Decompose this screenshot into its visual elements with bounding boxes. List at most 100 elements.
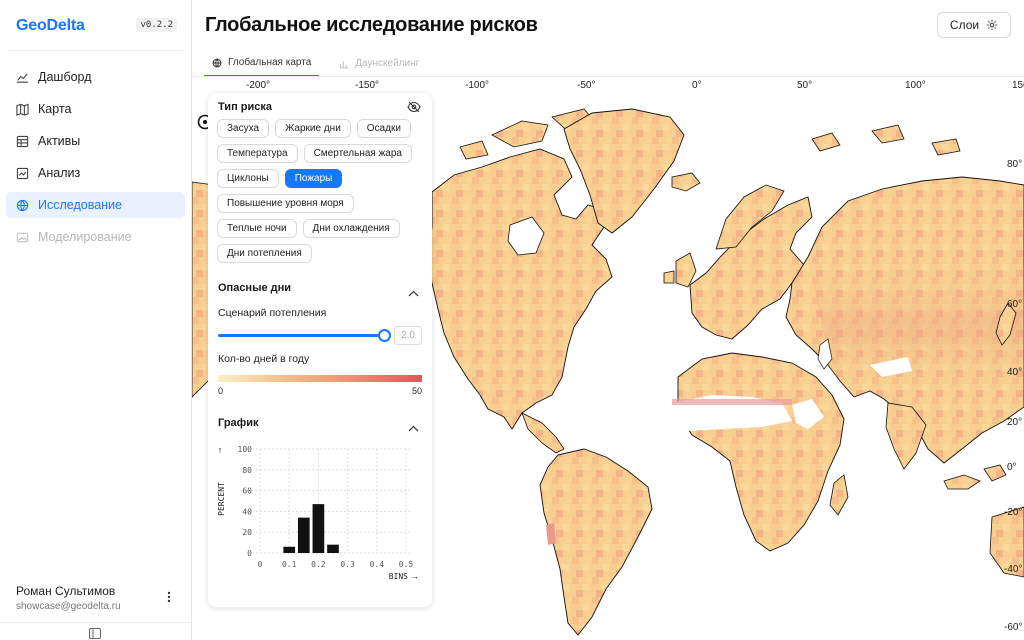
chip-cooling-days[interactable]: Дни охлаждения xyxy=(302,219,400,238)
chevron-up-icon xyxy=(408,290,419,297)
color-scale-bar xyxy=(218,375,422,382)
chip-precipitation[interactable]: Осадки xyxy=(356,119,411,138)
sidebar-item-label: Активы xyxy=(38,134,81,148)
days-per-year-label: Кол-во дней в году xyxy=(218,353,310,365)
sidebar-item-label: Дашборд xyxy=(38,70,92,84)
lon-tick: 100° xyxy=(905,80,926,91)
bar-chart-icon xyxy=(339,60,349,68)
arctic-islands-east xyxy=(811,124,961,156)
y-tick-label: 100 xyxy=(238,445,253,454)
x-tick-label: 0.3 xyxy=(340,560,355,569)
x-tick-label: 0 xyxy=(258,560,263,569)
histogram-chart: 0 20 40 60 80 100 0 0.1 0.2 0.3 0.4 0.5 PERCENT ↑ BINS… xyxy=(217,445,419,581)
sidebar-item-label: Исследование xyxy=(38,198,122,212)
x-tick-label: 0.2 xyxy=(311,560,326,569)
risk-type-chips: Засуха Жаркие дни Осадки Температура Сме… xyxy=(217,119,427,269)
lat-tick: 40° xyxy=(1007,367,1023,378)
y-tick-label: 80 xyxy=(242,466,252,475)
histogram-bar xyxy=(297,517,310,553)
sidebar-item-assets[interactable]: Активы xyxy=(6,128,185,154)
hide-layer-button[interactable] xyxy=(407,100,421,113)
tab-label: Даунскейлинг xyxy=(355,58,420,69)
x-axis-label: BINS xyxy=(389,572,408,581)
page-title: Глобальное исследование рисков xyxy=(205,14,538,36)
chip-temperature[interactable]: Температура xyxy=(217,144,298,163)
brand-logo[interactable]: GeoDelta xyxy=(16,14,85,38)
landmass-madagascar xyxy=(829,474,849,516)
user-menu-button[interactable] xyxy=(162,589,176,605)
scenario-label: Сценарий потепления xyxy=(218,307,327,319)
sidebar-item-modeling[interactable]: Моделирование xyxy=(6,224,185,250)
histogram-bar xyxy=(283,546,296,553)
continent-south-america xyxy=(539,448,653,636)
lon-tick: -50° xyxy=(577,80,596,91)
sidebar: GeoDelta v0.2.2 Дашборд Карта Активы Ана… xyxy=(0,0,192,640)
chip-deadly-heat[interactable]: Смертельная жара xyxy=(303,144,412,163)
sidebar-item-label: Карта xyxy=(38,102,72,116)
landmass-iceland xyxy=(671,172,701,192)
lat-tick: 80° xyxy=(1007,159,1023,170)
gear-icon xyxy=(986,19,998,31)
x-tick-label: 0.5 xyxy=(399,560,414,569)
chip-cyclones[interactable]: Циклоны xyxy=(217,169,279,188)
scenario-slider-track[interactable] xyxy=(218,334,386,337)
collapse-hazard-days-button[interactable] xyxy=(408,284,420,297)
scenario-value-input[interactable] xyxy=(394,326,422,345)
sidebar-item-analysis[interactable]: Анализ xyxy=(6,160,185,186)
continent-north-america xyxy=(427,148,613,430)
y-tick-label: 40 xyxy=(242,507,252,516)
scenario-slider-thumb[interactable] xyxy=(378,329,391,342)
y-axis-label: PERCENT xyxy=(217,482,226,516)
lat-tick: -40° xyxy=(1004,564,1023,575)
lon-tick: -150° xyxy=(355,80,380,91)
sidebar-item-map[interactable]: Карта xyxy=(6,96,185,122)
sidebar-item-dashboard[interactable]: Дашборд xyxy=(6,64,185,90)
landmass-indonesia xyxy=(943,464,1007,490)
color-scale-max: 50 xyxy=(411,386,422,396)
y-tick-label: 0 xyxy=(247,549,252,558)
sidebar-item-label: Анализ xyxy=(38,166,81,180)
map-icon xyxy=(16,103,29,116)
table-icon xyxy=(16,135,29,147)
version-badge: v0.2.2 xyxy=(136,18,177,32)
chart-title: График xyxy=(218,417,259,429)
lat-tick: 60° xyxy=(1007,299,1023,310)
user-name: Роман Сультимов xyxy=(16,584,116,598)
sidebar-footer-divider xyxy=(0,622,191,623)
chip-sea-level-rise[interactable]: Повышение уровня моря xyxy=(217,194,354,213)
layers-button[interactable]: Слои xyxy=(937,12,1011,38)
analytics-icon xyxy=(16,167,29,179)
sidebar-collapse-button[interactable] xyxy=(89,626,103,639)
chip-warm-nights[interactable]: Теплые ночи xyxy=(217,219,297,238)
chip-fires[interactable]: Пожары xyxy=(284,169,343,188)
image-icon xyxy=(16,232,29,242)
globe-icon xyxy=(16,199,29,211)
user-profile[interactable]: Роман Сультимов showcase@geodelta.ru xyxy=(16,584,121,612)
continent-africa xyxy=(677,352,845,552)
lon-tick: 0° xyxy=(692,80,702,91)
collapse-chart-button[interactable] xyxy=(408,419,420,432)
lon-tick: -100° xyxy=(465,80,490,91)
lon-tick: 50° xyxy=(797,80,813,91)
tab-downscaling[interactable]: Даунскейлинг xyxy=(331,50,427,77)
hazard-days-title: Опасные дни xyxy=(218,282,292,294)
sidebar-item-research[interactable]: Исследование xyxy=(6,192,185,218)
risk-control-panel: Тип риска Засуха Жаркие дни Осадки Темпе… xyxy=(208,93,432,607)
chip-warming-days[interactable]: Дни потепления xyxy=(217,244,312,263)
user-email: showcase@geodelta.ru xyxy=(16,601,121,612)
lon-tick: 150° xyxy=(1012,80,1024,91)
chart-line-icon xyxy=(16,72,29,83)
lat-tick: -20° xyxy=(1004,507,1023,518)
lat-tick: -60° xyxy=(1004,622,1023,633)
chip-drought[interactable]: Засуха xyxy=(217,119,270,138)
lat-tick: 0° xyxy=(1007,462,1017,473)
color-scale-min: 0 xyxy=(218,386,224,396)
y-tick-label: 60 xyxy=(242,487,252,496)
tab-global-map[interactable]: Глобальная карта xyxy=(204,50,320,77)
layers-button-label: Слои xyxy=(949,18,980,32)
landmass-british-isles xyxy=(663,252,697,288)
chevron-up-icon xyxy=(408,425,419,432)
chip-hot-days[interactable]: Жаркие дни xyxy=(275,119,351,138)
sahara-edge-hot xyxy=(672,399,792,405)
sidebar-nav: Дашборд Карта Активы Анализ Исследование… xyxy=(6,64,185,256)
